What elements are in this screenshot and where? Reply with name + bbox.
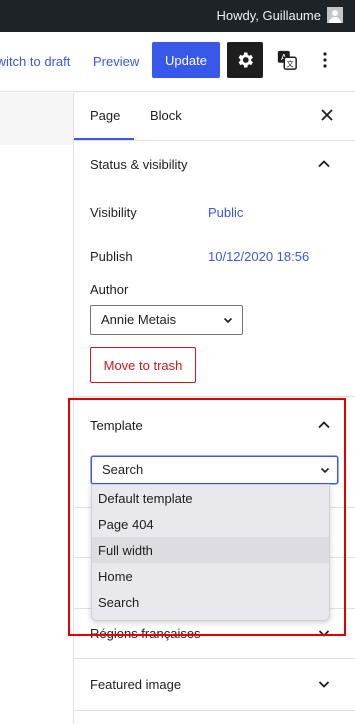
account-greeting[interactable]: Howdy, Guillaume <box>216 8 321 23</box>
move-to-trash-button[interactable]: Move to trash <box>90 347 196 383</box>
tab-block[interactable]: Block <box>150 108 182 123</box>
preview-button[interactable]: Preview <box>93 54 139 69</box>
close-sidebar-button[interactable] <box>317 105 337 125</box>
tab-page[interactable]: Page <box>90 108 120 123</box>
status-visibility-panel-title[interactable]: Status & visibility <box>90 157 188 172</box>
translate-button[interactable]: A 文 <box>269 42 305 78</box>
chevron-down-icon[interactable] <box>317 677 331 691</box>
annotation-highlight-box <box>68 398 346 636</box>
admin-bar: Howdy, Guillaume <box>0 0 355 32</box>
author-select[interactable]: Annie Metais <box>90 305 243 335</box>
settings-button[interactable] <box>227 42 263 78</box>
panel-divider <box>74 710 355 711</box>
switch-to-draft-button[interactable]: Switch to draft <box>0 54 70 69</box>
panel-divider <box>74 396 355 397</box>
vertical-ellipsis-icon <box>323 52 327 68</box>
gear-icon <box>238 52 253 68</box>
close-icon <box>321 109 333 121</box>
translate-icon: A 文 <box>277 50 297 70</box>
publish-label: Publish <box>90 249 133 264</box>
canvas-title-area[interactable] <box>0 93 73 145</box>
visibility-value-link[interactable]: Public <box>208 205 243 220</box>
svg-text:文: 文 <box>287 59 295 68</box>
panel-divider <box>74 658 355 659</box>
update-button[interactable]: Update <box>152 42 220 78</box>
more-options-button[interactable] <box>310 42 340 78</box>
author-label: Author <box>90 282 129 297</box>
chevron-down-icon <box>223 317 233 324</box>
author-selected-value: Annie Metais <box>101 312 177 327</box>
editor-canvas <box>0 93 73 724</box>
tabs-divider <box>74 140 355 141</box>
visibility-label: Visibility <box>90 205 137 220</box>
publish-date-link[interactable]: 10/12/2020 18:56 <box>208 249 309 264</box>
editor-toolbar: Switch to draft Preview Update A 文 <box>0 32 355 92</box>
chevron-up-icon[interactable] <box>316 156 332 172</box>
avatar[interactable] <box>327 7 343 23</box>
featured-image-panel-title[interactable]: Featured image <box>90 677 181 692</box>
